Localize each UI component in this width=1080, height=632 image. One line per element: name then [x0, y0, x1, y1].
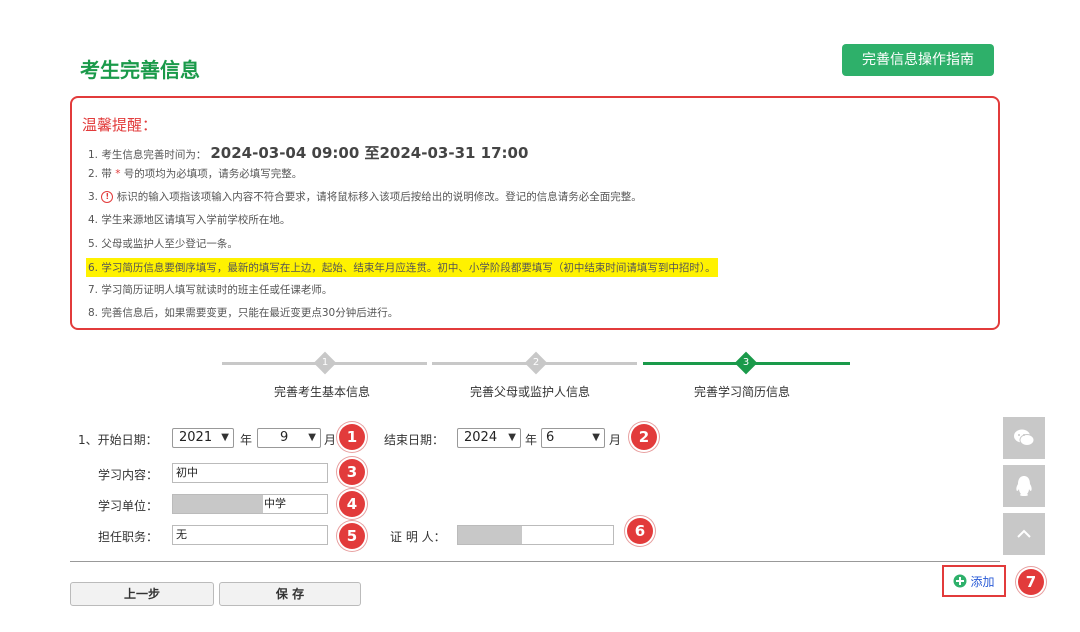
wechat-icon	[1014, 429, 1035, 446]
warning-icon: !	[101, 191, 114, 203]
page-title: 考生完善信息	[80, 58, 200, 82]
end-month-unit: 月	[609, 433, 622, 447]
unit-label: 学习单位：	[98, 499, 159, 513]
end-year-value: 2024	[464, 430, 498, 445]
step-label-3[interactable]: 完善学习简历信息	[694, 383, 790, 400]
wechat-button[interactable]	[1003, 417, 1045, 459]
notice-item-4: 4. 学生来源地区请填写入学前学校所在地。	[88, 214, 291, 226]
end-year-unit: 年	[525, 433, 538, 447]
notice-title: 温馨提醒：	[82, 116, 158, 134]
notice-time-range: 2024-03-04 09:00 至2024-03-31 17:00	[210, 144, 529, 162]
end-month-select[interactable]: 6 ▼	[541, 428, 605, 448]
annotation-badge-5: 5	[339, 523, 365, 549]
step-label-1[interactable]: 完善考生基本信息	[274, 383, 370, 400]
qq-icon	[1016, 476, 1032, 496]
notice-item-1: 1. 考生信息完善时间为： 2024-03-04 09:00 至2024-03-3…	[88, 142, 528, 163]
start-year-value: 2021	[179, 430, 213, 445]
notice-item-3-text: 标识的输入项指该项输入内容不符合要求，请将鼠标移入该项后按给出的说明修改。登记的…	[116, 191, 642, 203]
notice-item-7: 7. 学习简历证明人填写就读时的班主任或任课老师。	[88, 284, 333, 296]
end-date-label: 结束日期：	[384, 433, 445, 447]
notice-item-3-prefix: 3.	[88, 191, 99, 203]
redacted-block	[173, 495, 263, 513]
position-label: 担任职务：	[98, 530, 159, 544]
back-to-top-button[interactable]	[1003, 513, 1045, 555]
required-star: *	[115, 168, 121, 180]
notice-item-3: 3. ! 标识的输入项指该项输入内容不符合要求，请将鼠标移入该项后按给出的说明修…	[88, 189, 642, 204]
content-label: 学习内容：	[98, 468, 159, 482]
qq-button[interactable]	[1003, 465, 1045, 507]
chevron-down-icon: ▼	[308, 432, 316, 443]
notice-item-1-text: 1. 考生信息完善时间为：	[88, 149, 207, 161]
annotation-badge-6: 6	[627, 518, 653, 544]
annotation-badge-7: 7	[1018, 569, 1044, 595]
annotation-badge-1: 1	[339, 424, 365, 450]
save-button[interactable]: 保 存	[219, 582, 361, 606]
unit-input[interactable]: 中学	[172, 494, 328, 514]
redacted-block	[458, 526, 522, 544]
guide-button[interactable]: 完善信息操作指南	[842, 44, 994, 76]
notice-item-6: 6. 学习简历信息要倒序填写，最新的填写在上边，起始、结束年月应连贯。初中、小学…	[86, 258, 718, 277]
witness-label: 证 明 人：	[390, 530, 446, 544]
step-number-3: 3	[742, 357, 750, 368]
start-year-unit: 年	[240, 433, 253, 447]
notice-item-2: 2. 带 * 号的项均为必填项，请务必填写完整。	[88, 166, 302, 181]
notice-item-5: 5. 父母或监护人至少登记一条。	[88, 238, 238, 250]
notice-item-2-b: 号的项均为必填项，请务必填写完整。	[123, 168, 303, 180]
add-label: 添加	[970, 574, 995, 589]
end-year-select[interactable]: 2024 ▼	[457, 428, 521, 448]
chevron-down-icon: ▼	[221, 432, 229, 443]
annotation-badge-4: 4	[339, 491, 365, 517]
step-number-2: 2	[532, 357, 540, 368]
step-number-1: 1	[321, 357, 329, 368]
plus-icon	[953, 574, 967, 588]
notice-item-8: 8. 完善信息后，如果需要变更，只能在最近变更点30分钟后进行。	[88, 307, 399, 319]
notice-item-2-a: 2. 带	[88, 168, 112, 180]
witness-input[interactable]	[457, 525, 614, 545]
start-month-value: 9	[280, 430, 289, 445]
start-month-unit: 月	[324, 433, 337, 447]
unit-value: 中学	[264, 497, 286, 510]
content-input[interactable]: 初中	[172, 463, 328, 483]
annotation-badge-3: 3	[339, 459, 365, 485]
prev-step-button[interactable]: 上一步	[70, 582, 214, 606]
step-label-2[interactable]: 完善父母或监护人信息	[470, 383, 590, 400]
notice-box: 温馨提醒： 1. 考生信息完善时间为： 2024-03-04 09:00 至202…	[70, 96, 1000, 330]
start-year-select[interactable]: 2021 ▼	[172, 428, 234, 448]
chevron-up-icon	[1017, 529, 1031, 538]
chevron-down-icon: ▼	[592, 432, 600, 443]
form-divider	[70, 561, 1000, 562]
end-month-value: 6	[546, 430, 555, 445]
position-input[interactable]: 无	[172, 525, 328, 545]
add-button[interactable]: 添加	[942, 565, 1006, 597]
start-date-label: 1、开始日期：	[78, 433, 158, 447]
chevron-down-icon: ▼	[508, 432, 516, 443]
annotation-badge-2: 2	[631, 424, 657, 450]
start-month-select[interactable]: 9 ▼	[257, 428, 321, 448]
